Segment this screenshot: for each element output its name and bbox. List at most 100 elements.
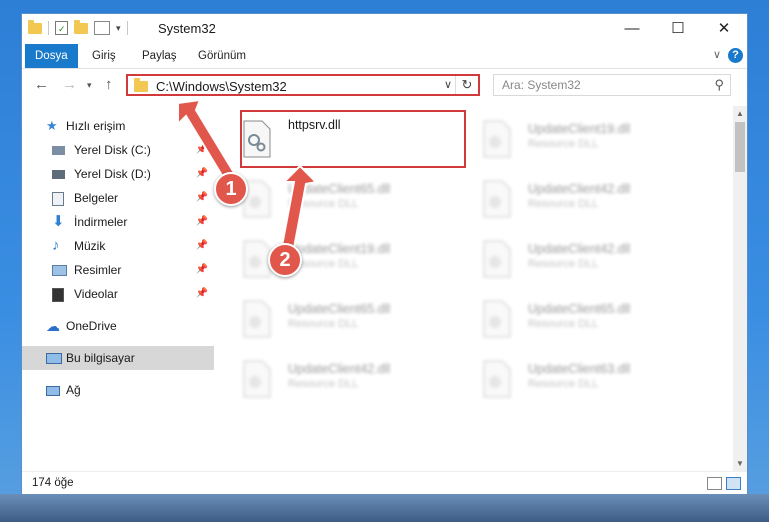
status-bar: 174 öğe bbox=[22, 471, 747, 495]
file-name: UpdateClient63.dll bbox=[528, 362, 631, 376]
file-name: UpdateClient42.dll bbox=[528, 182, 631, 196]
sidebar-item-onedrive[interactable]: ☁ OneDrive bbox=[22, 314, 214, 338]
network-icon bbox=[46, 386, 60, 396]
window-title: System32 bbox=[158, 21, 216, 36]
folder-icon bbox=[28, 19, 42, 34]
minimize-button[interactable]: — bbox=[609, 14, 655, 44]
scrollbar-thumb[interactable] bbox=[735, 122, 745, 172]
tab-paylas[interactable]: Paylaş bbox=[142, 44, 177, 68]
file-item[interactable]: UpdateClient42.dll Resource DLL bbox=[460, 174, 680, 224]
file-type: Resource DLL bbox=[528, 258, 599, 270]
tab-giris[interactable]: Giriş bbox=[92, 44, 116, 68]
properties-icon[interactable]: ✓ bbox=[55, 21, 68, 35]
file-type: Resource DLL bbox=[288, 378, 359, 390]
sidebar-item-quick-access[interactable]: ★ Hızlı erişim bbox=[22, 114, 214, 138]
folder-icon bbox=[134, 78, 148, 92]
file-item[interactable]: UpdateClient65.dll Resource DLL bbox=[220, 174, 440, 224]
music-note-icon: ♪ bbox=[52, 237, 60, 254]
navigation-bar: ← → ▾ ↑ C:\Windows\System32 ∨ ↻ Ara: Sys… bbox=[22, 69, 747, 103]
file-item[interactable]: UpdateClient65.dll Resource DLL bbox=[220, 294, 440, 344]
sidebar-item-downloads[interactable]: ⬇ İndirmeler 📌 bbox=[22, 210, 214, 234]
sidebar-item-pictures[interactable]: Resimler 📌 bbox=[22, 258, 214, 282]
scroll-up-icon[interactable]: ▲ bbox=[736, 109, 744, 118]
pin-icon[interactable]: 📌 bbox=[196, 258, 208, 282]
explorer-window: ✓ ▾ System32 — ☐ ✕ Dosya Giriş Paylaş Gö… bbox=[22, 14, 747, 495]
search-input[interactable]: Ara: System32 ⚲ bbox=[493, 74, 731, 96]
chevron-down-icon[interactable]: ▾ bbox=[116, 23, 121, 34]
forward-arrow-icon[interactable]: → bbox=[62, 76, 77, 93]
tiles-view-icon[interactable] bbox=[726, 477, 741, 490]
maximize-button[interactable]: ☐ bbox=[655, 14, 701, 44]
file-highlight-box bbox=[240, 110, 466, 168]
tab-gorunum[interactable]: Görünüm bbox=[198, 44, 246, 68]
file-name: UpdateClient65.dll bbox=[528, 302, 631, 316]
drive-icon bbox=[52, 170, 65, 179]
file-type: Resource DLL bbox=[288, 318, 359, 330]
new-folder-icon[interactable] bbox=[74, 19, 88, 34]
up-arrow-icon[interactable]: ↑ bbox=[105, 76, 113, 93]
file-type: Resource DLL bbox=[528, 198, 599, 210]
file-name: UpdateClient19.dll bbox=[528, 122, 631, 136]
address-text[interactable]: C:\Windows\System32 bbox=[156, 79, 287, 94]
back-arrow-icon[interactable]: ← bbox=[34, 76, 49, 93]
recent-locations-icon[interactable]: ▾ bbox=[87, 80, 92, 91]
dll-file-icon bbox=[483, 300, 511, 338]
dll-file-icon bbox=[243, 360, 271, 398]
step-badge-1: 1 bbox=[214, 172, 248, 206]
download-arrow-icon: ⬇ bbox=[52, 213, 65, 230]
sidebar-item-local-disk-d[interactable]: Yerel Disk (D:) 📌 bbox=[22, 162, 214, 186]
dll-file-icon bbox=[483, 120, 511, 158]
expand-ribbon-chevron-icon[interactable]: ∨ bbox=[713, 48, 721, 61]
step-badge-2: 2 bbox=[268, 243, 302, 277]
search-icon[interactable]: ⚲ bbox=[714, 77, 724, 93]
quick-access-toolbar-icon[interactable] bbox=[94, 21, 110, 35]
file-type: Resource DLL bbox=[528, 378, 599, 390]
sidebar-item-music[interactable]: ♪ Müzik 📌 bbox=[22, 234, 214, 258]
pin-icon[interactable]: 📌 bbox=[196, 282, 208, 306]
file-item[interactable]: UpdateClient19.dll Resource DLL bbox=[220, 234, 440, 284]
pin-icon[interactable]: 📌 bbox=[196, 162, 208, 186]
scroll-down-icon[interactable]: ▼ bbox=[736, 459, 744, 468]
pin-icon[interactable]: 📌 bbox=[196, 210, 208, 234]
vertical-scrollbar[interactable]: ▲ ▼ bbox=[733, 106, 747, 471]
address-bar[interactable]: C:\Windows\System32 ∨ ↻ bbox=[126, 74, 480, 96]
file-name: UpdateClient42.dll bbox=[288, 362, 391, 376]
sidebar-item-network[interactable]: Ağ bbox=[22, 378, 214, 402]
file-name: UpdateClient65.dll bbox=[288, 302, 391, 316]
file-item[interactable]: UpdateClient42.dll Resource DLL bbox=[220, 354, 440, 404]
file-item[interactable]: UpdateClient65.dll Resource DLL bbox=[460, 294, 680, 344]
monitor-icon bbox=[46, 353, 62, 364]
navigation-pane: ★ Hızlı erişim Yerel Disk (C:) 📌 Yerel D… bbox=[22, 106, 214, 471]
file-item[interactable]: UpdateClient19.dll Resource DLL bbox=[460, 114, 680, 164]
sidebar-item-documents[interactable]: Belgeler 📌 bbox=[22, 186, 214, 210]
sidebar-item-this-pc[interactable]: Bu bilgisayar bbox=[22, 346, 214, 370]
file-type: Resource DLL bbox=[528, 138, 599, 150]
dll-file-icon bbox=[483, 360, 511, 398]
file-type: Resource DLL bbox=[528, 318, 599, 330]
search-placeholder: Ara: System32 bbox=[502, 78, 581, 92]
documents-icon bbox=[52, 192, 64, 206]
pin-icon[interactable]: 📌 bbox=[196, 138, 208, 162]
address-dropdown-icon[interactable]: ∨ bbox=[444, 78, 452, 91]
close-button[interactable]: ✕ bbox=[701, 14, 747, 44]
file-type: Resource DLL bbox=[288, 198, 359, 210]
help-icon[interactable]: ? bbox=[728, 48, 743, 63]
desktop-background bbox=[0, 494, 769, 522]
pin-icon[interactable]: 📌 bbox=[196, 186, 208, 210]
sidebar-item-local-disk-c[interactable]: Yerel Disk (C:) 📌 bbox=[22, 138, 214, 162]
drive-icon bbox=[52, 146, 65, 155]
dll-file-icon bbox=[483, 180, 511, 218]
dll-file-icon bbox=[243, 300, 271, 338]
file-item[interactable]: UpdateClient63.dll Resource DLL bbox=[460, 354, 680, 404]
details-view-icon[interactable] bbox=[707, 477, 722, 490]
sidebar-item-videos[interactable]: Videolar 📌 bbox=[22, 282, 214, 306]
file-name: UpdateClient65.dll bbox=[288, 182, 391, 196]
pin-icon[interactable]: 📌 bbox=[196, 234, 208, 258]
pictures-icon bbox=[52, 265, 67, 276]
tab-dosya[interactable]: Dosya bbox=[25, 44, 78, 68]
dll-file-icon bbox=[483, 240, 511, 278]
item-count: 174 öğe bbox=[32, 477, 74, 489]
title-bar: ✓ ▾ System32 — ☐ ✕ bbox=[22, 14, 747, 44]
refresh-icon[interactable]: ↻ bbox=[455, 76, 478, 94]
file-item[interactable]: UpdateClient42.dll Resource DLL bbox=[460, 234, 680, 284]
